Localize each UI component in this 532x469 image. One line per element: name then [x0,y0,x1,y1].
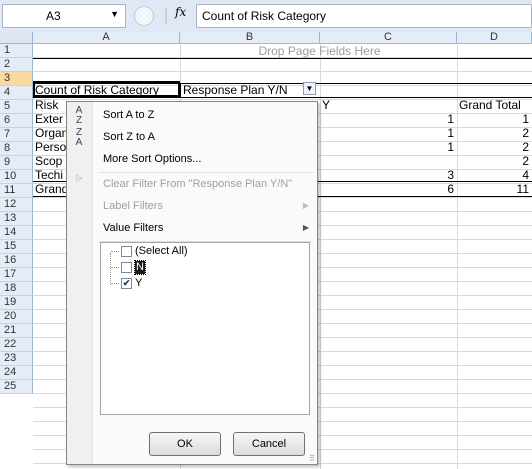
tree-connector [111,283,119,284]
menu-item-label: Sort Z to A [103,131,155,143]
filter-item-label: (Select All) [135,245,188,257]
ok-button[interactable]: OK [149,432,221,456]
row-item[interactable]: Organ [33,126,66,140]
menu-item-label: Value Filters [103,222,164,234]
row-header[interactable]: 5 [0,100,33,114]
divider [165,8,167,24]
row-header[interactable]: 3 [0,72,33,86]
row-header[interactable]: 9 [0,156,33,170]
formula-bar: A3 ▼ fx Count of Risk Category [0,0,532,32]
grand-total-cell[interactable]: 4 [457,168,532,182]
checkbox[interactable] [121,262,132,273]
tree-connector [110,253,111,285]
column-header-b[interactable]: B [180,32,320,44]
column-header-a[interactable]: A [33,32,180,44]
name-box-value: A3 [46,9,61,23]
resize-grip-icon[interactable]: ⠿ [309,455,315,463]
drop-page-fields: Drop Page Fields Here [258,44,381,58]
value-cell[interactable]: 1 [320,140,457,154]
menu-item-label: Label Filters [103,200,163,212]
cancel-edit-icon[interactable] [134,6,154,26]
row-header[interactable]: 1 [0,44,33,58]
value-cell[interactable]: 3 [320,168,457,182]
submenu-arrow-icon: ▶ [302,201,309,210]
sort-ascending-icon: AZ [75,105,83,126]
row-header[interactable]: 2 [0,58,33,72]
menu-item-label: Sort A to Z [103,109,155,121]
row-header[interactable]: 13 [0,212,33,226]
insert-function-icon[interactable]: fx [175,5,186,19]
formula-input[interactable]: Count of Risk Category [196,4,532,28]
checkbox[interactable] [121,246,132,257]
grand-total-cell[interactable]: 2 [457,140,532,154]
column-item-y[interactable]: Y [320,98,457,112]
submenu-arrow-icon: ▶ [302,223,309,232]
row-header[interactable]: 16 [0,254,33,268]
row-header[interactable]: 14 [0,226,33,240]
row-item[interactable]: Techi [33,168,66,182]
clear-filter-icon: ⩥ [75,174,83,185]
row-header[interactable]: 23 [0,352,33,366]
row-header[interactable]: 17 [0,268,33,282]
row-header[interactable]: 6 [0,114,33,128]
grand-total-cell[interactable]: 2 [457,154,532,168]
row-header[interactable]: 25 [0,380,33,394]
tree-connector [111,251,119,252]
name-box[interactable]: A3 ▼ [2,4,126,28]
row-field-label[interactable]: Risk [33,98,66,112]
filter-dropdown-button[interactable]: ▼ [303,82,316,95]
filter-item-label: N [134,260,146,275]
grand-total-header[interactable]: Grand Total [457,98,532,112]
menu-item-sort-z-to-a[interactable]: ZA Sort Z to A [76,126,317,148]
row-header[interactable]: 4 [0,86,33,100]
row-header[interactable]: 21 [0,324,33,338]
menu-item-clear-filter[interactable]: ⩥ Clear Filter From "Response Plan Y/N" [75,173,317,195]
row-header[interactable]: 22 [0,338,33,352]
grand-total-cell[interactable]: 11 [457,182,532,196]
row-item[interactable]: Perso [33,140,66,154]
row-header[interactable]: 19 [0,296,33,310]
menu-item-label: More Sort Options... [103,153,202,165]
filter-item-label: Y [135,277,143,289]
column-field-label[interactable]: Response Plan Y/N [181,83,303,97]
row-header[interactable]: 8 [0,142,33,156]
select-all-corner[interactable] [0,32,33,44]
value-cell[interactable]: 1 [320,112,457,126]
column-header-d[interactable]: D [457,32,532,44]
value-cell[interactable]: 6 [320,182,457,196]
pivot-border [33,58,532,59]
row-header[interactable]: 12 [0,198,33,212]
sort-descending-icon: ZA [75,127,83,148]
column-header-c[interactable]: C [320,32,457,44]
menu-item-value-filters[interactable]: Value Filters ▶ [93,217,317,239]
filter-item-list: (Select All) N ✔ Y [100,242,310,415]
menu-item-sort-a-to-z[interactable]: AZ Sort A to Z [76,104,317,126]
row-header[interactable]: 10 [0,170,33,184]
grand-total-row-label[interactable]: Grand [33,182,66,196]
grand-total-cell[interactable]: 2 [457,126,532,140]
row-item[interactable]: Exter [33,112,66,126]
checkbox[interactable]: ✔ [121,278,132,289]
tree-connector [111,267,119,268]
row-header[interactable]: 15 [0,240,33,254]
menu-item-more-sort-options[interactable]: More Sort Options... [93,148,317,170]
active-cell [33,81,180,97]
cancel-button[interactable]: Cancel [233,432,305,456]
row-header[interactable]: 11 [0,184,33,198]
menu-item-label: Clear Filter From "Response Plan Y/N" [103,178,293,190]
row-header[interactable]: 24 [0,366,33,380]
chevron-down-icon[interactable]: ▼ [110,9,119,19]
row-header[interactable]: 18 [0,282,33,296]
value-cell[interactable]: 1 [320,126,457,140]
menu-gutter [67,102,93,464]
row-item[interactable]: Scop [33,154,66,168]
row-header[interactable]: 7 [0,128,33,142]
menu-item-label-filters[interactable]: Label Filters ▶ [93,195,317,217]
grand-total-cell[interactable]: 1 [457,112,532,126]
value-cell[interactable] [320,154,457,168]
row-header[interactable]: 20 [0,310,33,324]
